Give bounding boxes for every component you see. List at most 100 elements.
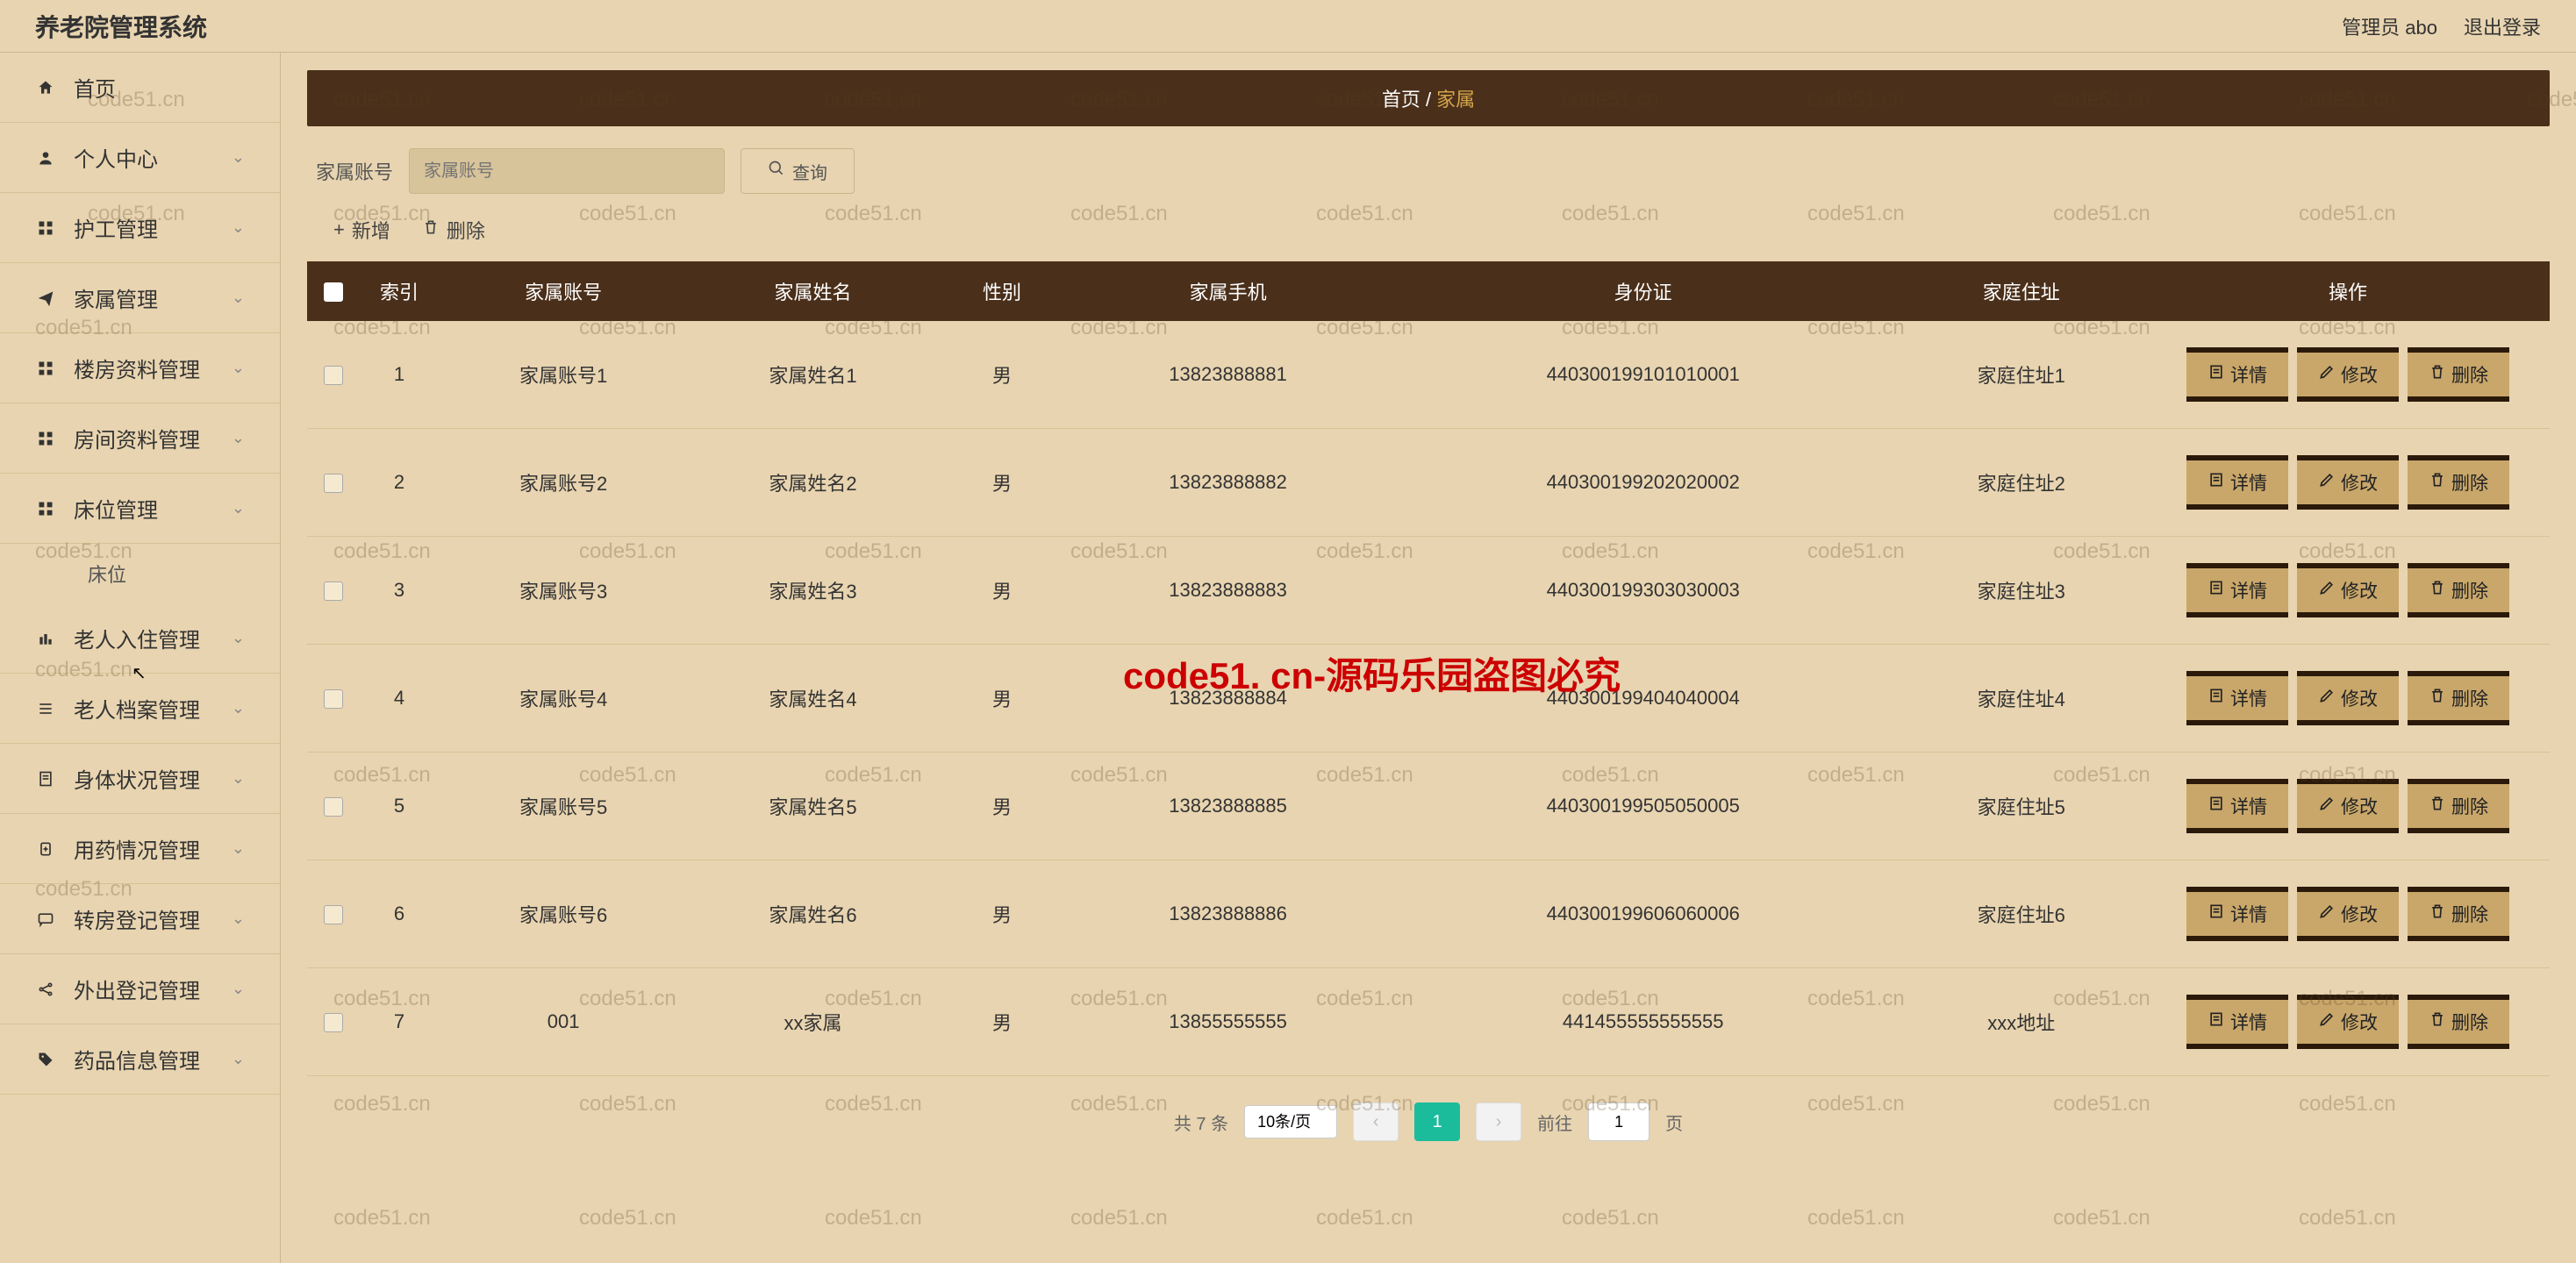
table-row: 7001xx家属男13855555555441455555555555xxx地址… — [307, 968, 2550, 1076]
trash-icon — [2429, 363, 2446, 386]
app-header: 养老院管理系统 管理员 abo 退出登录 — [0, 0, 2576, 53]
col-header-8: 操作 — [2146, 261, 2550, 321]
row-delete-button[interactable]: 删除 — [2408, 779, 2509, 833]
edit-button[interactable]: 修改 — [2297, 887, 2399, 941]
goto-input[interactable] — [1588, 1102, 1649, 1141]
edit-button[interactable]: 修改 — [2297, 779, 2399, 833]
sidebar-item-12[interactable]: 外出登记管理⌄ — [0, 954, 280, 1024]
row-checkbox[interactable] — [324, 582, 343, 601]
sidebar-item-7[interactable]: 老人入住管理⌄ — [0, 603, 280, 674]
sidebar-item-0[interactable]: 首页 — [0, 53, 280, 123]
row-delete-button[interactable]: 删除 — [2408, 887, 2509, 941]
select-all-checkbox[interactable] — [324, 282, 343, 302]
page-size-select[interactable]: 10条/页 — [1244, 1105, 1337, 1138]
cell-id: 440300199303030003 — [1390, 537, 1897, 645]
row-checkbox[interactable] — [324, 1013, 343, 1032]
edit-button[interactable]: 修改 — [2297, 995, 2399, 1049]
delete-button[interactable]: 删除 — [422, 216, 485, 244]
sidebar-item-11[interactable]: 转房登记管理 ⌄ — [0, 884, 280, 954]
trash-icon — [2429, 903, 2446, 925]
grid-icon — [35, 360, 56, 377]
sidebar-item-3[interactable]: 家属管理 ⌄ — [0, 263, 280, 333]
detail-button[interactable]: 详情 — [2186, 455, 2288, 510]
admin-label[interactable]: 管理员 abo — [2342, 12, 2437, 40]
actions-row: + 新增 删除 — [307, 207, 2550, 261]
edit-button[interactable]: 修改 — [2297, 455, 2399, 510]
detail-button[interactable]: 详情 — [2186, 671, 2288, 725]
cell-acct: 家属账号1 — [439, 321, 688, 429]
chevron-down-icon: ⌄ — [232, 148, 245, 167]
next-page-button[interactable]: › — [1476, 1102, 1521, 1141]
cell-addr: xxx地址 — [1897, 968, 2146, 1076]
row-delete-button[interactable]: 删除 — [2408, 347, 2509, 402]
logout-link[interactable]: 退出登录 — [2464, 12, 2541, 40]
cell-sex: 男 — [938, 753, 1067, 860]
chevron-down-icon: ⌄ — [232, 289, 245, 307]
detail-button[interactable]: 详情 — [2186, 887, 2288, 941]
sidebar-item-10[interactable]: 用药情况管理⌄ — [0, 814, 280, 884]
cell-idx: 1 — [360, 321, 439, 429]
chevron-down-icon: ⌄ — [232, 699, 245, 717]
row-checkbox[interactable] — [324, 366, 343, 385]
sidebar-item-label: 首页 — [74, 72, 116, 103]
cell-addr: 家庭住址4 — [1897, 645, 2146, 753]
page-1-button[interactable]: 1 — [1414, 1102, 1460, 1141]
detail-button[interactable]: 详情 — [2186, 563, 2288, 617]
sidebar-item-label: 转房登记管理 — [74, 903, 200, 934]
row-delete-button[interactable]: 删除 — [2408, 671, 2509, 725]
row-checkbox[interactable] — [324, 474, 343, 493]
sidebar-item-label: 楼房资料管理 — [74, 353, 200, 383]
cell-name: 家属姓名5 — [688, 753, 937, 860]
cell-addr: 家庭住址5 — [1897, 753, 2146, 860]
detail-button[interactable]: 详情 — [2186, 347, 2288, 402]
sidebar-item-1[interactable]: 个人中心⌄ — [0, 123, 280, 193]
sidebar-item-9[interactable]: 身体状况管理 ⌄ — [0, 744, 280, 814]
row-delete-button[interactable]: 删除 — [2408, 563, 2509, 617]
edit-button[interactable]: 修改 — [2297, 347, 2399, 402]
cell-acct: 家属账号5 — [439, 753, 688, 860]
cell-phone: 13823888883 — [1066, 537, 1389, 645]
cell-acct: 家属账号3 — [439, 537, 688, 645]
cell-sex: 男 — [938, 645, 1067, 753]
sidebar-item-13[interactable]: 药品信息管理⌄ — [0, 1024, 280, 1095]
cell-sex: 男 — [938, 968, 1067, 1076]
chevron-down-icon: ⌄ — [232, 910, 245, 928]
cell-idx: 3 — [360, 537, 439, 645]
detail-icon — [2207, 471, 2225, 494]
row-checkbox[interactable] — [324, 797, 343, 817]
cell-acct: 001 — [439, 968, 688, 1076]
detail-button[interactable]: 详情 — [2186, 779, 2288, 833]
sidebar-item-4[interactable]: 楼房资料管理⌄ — [0, 333, 280, 403]
sidebar-sub-item[interactable]: 床位 — [0, 544, 280, 603]
edit-button[interactable]: 修改 — [2297, 563, 2399, 617]
edit-icon — [2318, 795, 2336, 817]
edit-icon — [2318, 363, 2336, 386]
row-delete-button[interactable]: 删除 — [2408, 995, 2509, 1049]
sidebar-item-label: 家属管理 — [74, 282, 158, 313]
edit-button[interactable]: 修改 — [2297, 671, 2399, 725]
sidebar-item-5[interactable]: 房间资料管理⌄ — [0, 403, 280, 474]
col-header-6: 身份证 — [1390, 261, 1897, 321]
msg-icon — [35, 910, 56, 928]
sidebar-item-6[interactable]: 床位管理⌄ — [0, 474, 280, 544]
sidebar-item-label: 身体状况管理 — [74, 763, 200, 794]
prev-page-button[interactable]: ‹ — [1353, 1102, 1399, 1141]
detail-button[interactable]: 详情 — [2186, 995, 2288, 1049]
breadcrumb-home[interactable]: 首页 — [1382, 89, 1420, 111]
sidebar-item-label: 老人档案管理 — [74, 693, 200, 724]
col-header-1: 索引 — [360, 261, 439, 321]
chevron-down-icon: ⌄ — [232, 218, 245, 237]
row-checkbox[interactable] — [324, 689, 343, 709]
sidebar-item-2[interactable]: 护工管理⌄ — [0, 193, 280, 263]
sidebar-item-8[interactable]: 老人档案管理 ⌄ — [0, 674, 280, 744]
cell-id: 440300199101010001 — [1390, 321, 1897, 429]
row-checkbox[interactable] — [324, 905, 343, 924]
tag-icon — [35, 1051, 56, 1068]
search-input[interactable] — [409, 148, 725, 194]
chevron-down-icon: ⌄ — [232, 769, 245, 788]
row-delete-button[interactable]: 删除 — [2408, 455, 2509, 510]
query-button[interactable]: 查询 — [741, 148, 855, 194]
add-button[interactable]: + 新增 — [333, 216, 390, 244]
col-header-5: 家属手机 — [1066, 261, 1389, 321]
cell-phone: 13823888884 — [1066, 645, 1389, 753]
